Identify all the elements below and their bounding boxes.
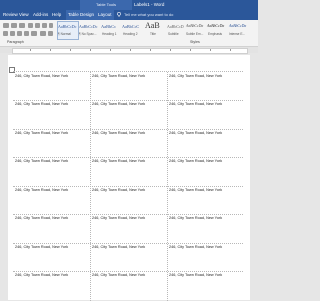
align-right-icon[interactable]: [17, 31, 22, 36]
style-name-subtle-emphasis: Subtle Em...: [186, 32, 204, 36]
style-sample-title[interactable]: AaB: [145, 21, 160, 30]
style-name-title: Title: [150, 32, 156, 36]
label-address-text[interactable]: 246, City Town Road, New York: [169, 245, 222, 249]
label-address-text[interactable]: 246, City Town Road, New York: [15, 273, 68, 277]
row-divider: [13, 129, 243, 130]
bullets-icon[interactable]: [3, 23, 9, 28]
lightbulb-icon: [117, 12, 121, 17]
style-name-emphasis: Emphasis: [208, 32, 222, 36]
tab-review[interactable]: Review: [3, 10, 18, 20]
tab-addins[interactable]: Add-ins: [33, 10, 48, 20]
label-address-text[interactable]: 246, City Town Road, New York: [15, 159, 68, 163]
row-divider: [13, 100, 243, 101]
increase-indent-icon[interactable]: [35, 23, 40, 28]
decrease-indent-icon[interactable]: [28, 23, 33, 28]
label-address-text[interactable]: 246, City Town Road, New York: [15, 188, 68, 192]
show-formatting-icon[interactable]: [49, 23, 53, 28]
group-label-paragraph: Paragraph: [7, 40, 24, 44]
style-sample-emphasis[interactable]: AaBbCcDa: [207, 24, 224, 28]
align-center-icon[interactable]: [10, 31, 15, 36]
ruler-tick: [110, 49, 111, 51]
style-sample-no-spacing[interactable]: AaBbCcDc: [79, 24, 97, 29]
ruler-tick: [50, 49, 51, 51]
ruler-tick: [170, 49, 171, 51]
row-divider: [13, 214, 243, 215]
style-sample-normal[interactable]: AaBbCcDc: [58, 24, 76, 29]
label-address-text[interactable]: 246, City Town Road, New York: [92, 245, 145, 249]
borders-icon[interactable]: [48, 31, 53, 36]
tab-layout[interactable]: Layout: [96, 10, 114, 20]
document-page[interactable]: 246, City Town Road, New York 246, City T…: [8, 55, 250, 301]
align-left-icon[interactable]: [3, 31, 8, 36]
style-name-heading1: Heading 1: [102, 32, 117, 36]
style-name-subtitle: Subtitle: [168, 32, 179, 36]
labels-table[interactable]: 246, City Town Road, New York 246, City T…: [13, 71, 243, 301]
style-name-heading2: Heading 2: [123, 32, 138, 36]
label-address-text[interactable]: 246, City Town Road, New York: [92, 102, 145, 106]
row-divider: [13, 186, 243, 187]
multilevel-list-icon[interactable]: [19, 23, 25, 28]
horizontal-ruler: [0, 47, 258, 54]
ribbon-tabs: Review View Add-ins Help Table Design La…: [0, 10, 258, 20]
document-title: Labels1 - Word: [134, 2, 165, 7]
style-name-intense-emphasis: Intense E...: [229, 32, 246, 36]
label-address-text[interactable]: 246, City Town Road, New York: [92, 74, 145, 78]
ruler-tick: [130, 49, 131, 51]
ruler-tick: [210, 49, 211, 51]
label-address-text[interactable]: 246, City Town Road, New York: [92, 216, 145, 220]
style-sample-subtle-emphasis[interactable]: AaBbCcDa: [186, 24, 203, 28]
label-address-text[interactable]: 246, City Town Road, New York: [169, 188, 222, 192]
ruler-tick: [230, 49, 231, 51]
style-sample-heading2[interactable]: AaBbCcC: [122, 24, 139, 29]
label-address-text[interactable]: 246, City Town Road, New York: [169, 159, 222, 163]
tab-help[interactable]: Help: [52, 10, 61, 20]
label-address-text[interactable]: 246, City Town Road, New York: [169, 102, 222, 106]
tab-table-design[interactable]: Table Design: [66, 10, 97, 20]
ruler-tick: [150, 49, 151, 51]
sort-icon[interactable]: [42, 23, 47, 28]
label-address-text[interactable]: 246, City Town Road, New York: [15, 102, 68, 106]
label-address-text[interactable]: 246, City Town Road, New York: [92, 131, 145, 135]
label-address-text[interactable]: 246, City Town Road, New York: [15, 245, 68, 249]
row-divider: [13, 243, 243, 244]
numbering-icon[interactable]: [11, 23, 17, 28]
row-divider: [13, 157, 243, 158]
style-sample-heading1[interactable]: AaBbCc: [101, 24, 116, 29]
label-address-text[interactable]: 246, City Town Road, New York: [169, 74, 222, 78]
label-address-text[interactable]: 246, City Town Road, New York: [15, 216, 68, 220]
label-address-text[interactable]: 246, City Town Road, New York: [15, 131, 68, 135]
ruler-tick: [190, 49, 191, 51]
group-label-styles: Styles: [190, 40, 200, 44]
label-address-text[interactable]: 246, City Town Road, New York: [15, 74, 68, 78]
ribbon: Paragraph AaBbCcDc ¶ Normal AaBbCcDc ¶ N…: [0, 20, 258, 47]
label-address-text[interactable]: 246, City Town Road, New York: [92, 273, 145, 277]
label-address-text[interactable]: 246, City Town Road, New York: [169, 131, 222, 135]
label-address-text[interactable]: 246, City Town Road, New York: [92, 159, 145, 163]
label-address-text[interactable]: 246, City Town Road, New York: [169, 273, 222, 277]
row-divider: [13, 271, 243, 272]
style-name-no-spacing: ¶ No Spac...: [79, 32, 97, 36]
table-tools-label: Table Tools: [80, 0, 132, 10]
justify-icon[interactable]: [24, 31, 29, 36]
style-sample-intense-emphasis[interactable]: AaBbCcDa: [229, 24, 246, 28]
label-address-text[interactable]: 246, City Town Road, New York: [169, 216, 222, 220]
ruler-tick: [90, 49, 91, 51]
line-spacing-icon[interactable]: [31, 31, 37, 36]
tell-me-search[interactable]: Tell me what you want to do: [124, 10, 173, 20]
style-name-normal: ¶ Normal: [58, 32, 71, 36]
tab-view[interactable]: View: [19, 10, 29, 20]
ruler-tick: [30, 49, 31, 51]
shading-icon[interactable]: [40, 31, 46, 36]
label-address-text[interactable]: 246, City Town Road, New York: [92, 188, 145, 192]
style-sample-subtitle[interactable]: AaBbCcD: [167, 24, 184, 29]
ruler-tick: [70, 49, 71, 51]
title-bar: Table Tools Labels1 - Word: [0, 0, 258, 10]
